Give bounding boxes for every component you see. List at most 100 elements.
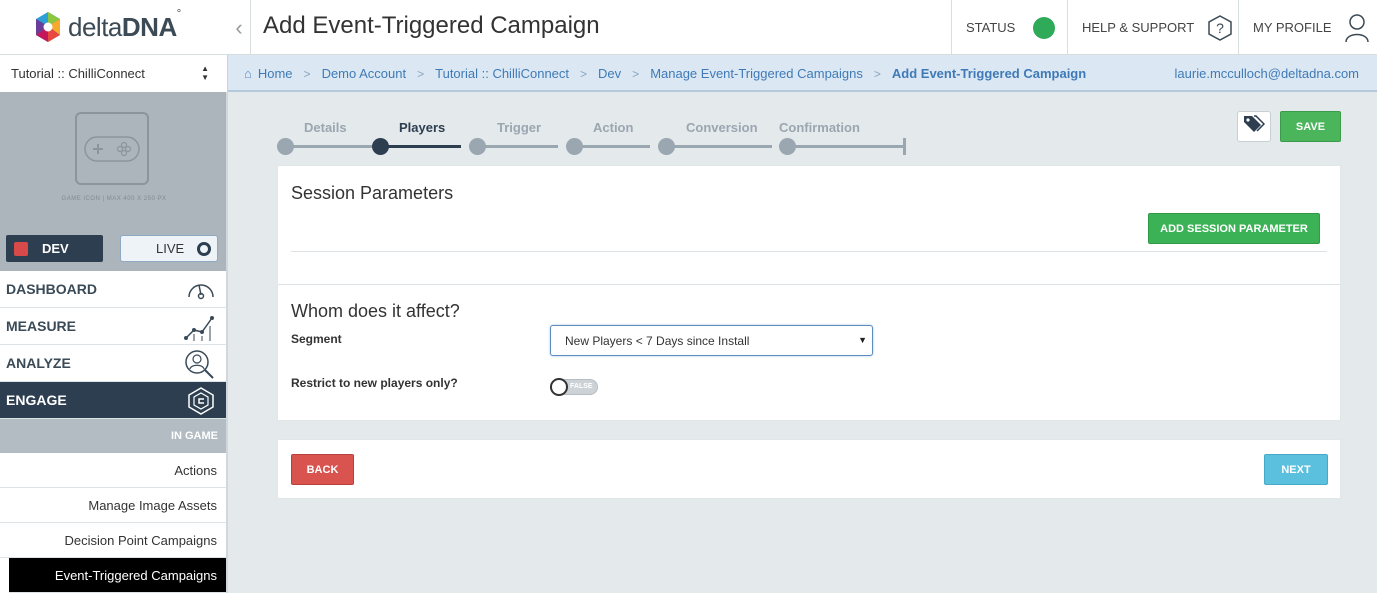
chevron-right-icon: > — [417, 66, 425, 81]
sidebar-edge — [226, 92, 228, 593]
step-connector — [788, 145, 903, 148]
step-connector-active — [381, 145, 461, 148]
step-dot-confirmation[interactable] — [779, 138, 796, 155]
tags-button[interactable] — [1237, 111, 1271, 142]
magnifier-user-icon — [184, 349, 216, 382]
game-icon-upload[interactable]: GAME ICON | MAX 400 X 250 PX — [0, 92, 228, 225]
sub-bar: Tutorial :: ChilliConnect ▲ ▼ ⌂ Home > De… — [0, 55, 1377, 92]
breadcrumb-home[interactable]: Home — [258, 66, 293, 81]
step-connector — [286, 145, 373, 148]
sidebar-item-manage-image-assets[interactable]: Manage Image Assets — [0, 488, 228, 523]
chevron-right-icon: > — [873, 66, 881, 81]
top-bar: deltaDNA° ‹ Add Event-Triggered Campaign… — [0, 0, 1377, 55]
env-dev-label: DEV — [42, 241, 69, 256]
status-dot-icon — [1033, 16, 1056, 39]
save-button[interactable]: SAVE — [1280, 111, 1341, 142]
line-chart-icon — [184, 312, 216, 345]
toggle-knob — [550, 378, 568, 396]
nav-analyze-label: ANALYZE — [6, 355, 71, 371]
step-dot-details[interactable] — [277, 138, 294, 155]
restrict-new-players-toggle[interactable]: FALSE — [550, 378, 598, 396]
status-indicator[interactable]: STATUS — [951, 0, 1067, 55]
step-details[interactable]: Details — [304, 120, 347, 135]
env-live-label: LIVE — [156, 241, 185, 256]
chevron-right-icon: > — [303, 66, 311, 81]
add-session-parameter-button[interactable]: ADD SESSION PARAMETER — [1148, 213, 1320, 244]
cube-icon — [14, 242, 28, 256]
breadcrumb-environment[interactable]: Dev — [598, 66, 621, 81]
back-button[interactable]: BACK — [291, 454, 354, 485]
home-icon: ⌂ — [244, 66, 252, 81]
step-dot-trigger[interactable] — [469, 138, 486, 155]
engage-hexagon-icon — [186, 386, 216, 419]
navigation-panel: BACK NEXT — [277, 439, 1341, 499]
restrict-label: Restrict to new players only? — [291, 376, 458, 390]
breadcrumb-account[interactable]: Demo Account — [322, 66, 407, 81]
whom-affect-title: Whom does it affect? — [291, 301, 460, 321]
session-parameters-title: Session Parameters — [291, 183, 454, 203]
step-end-marker — [903, 138, 906, 155]
step-connector — [575, 145, 650, 148]
divider — [278, 284, 1340, 285]
sidebar-item-decision-point-campaigns[interactable]: Decision Point Campaigns — [0, 523, 228, 558]
nav-engage-label: ENGAGE — [6, 392, 67, 408]
nav-dashboard[interactable]: DASHBOARD — [0, 271, 228, 308]
user-icon — [1344, 12, 1370, 44]
sidebar-item-event-triggered-campaigns[interactable]: Event-Triggered Campaigns — [9, 558, 228, 593]
help-icon: ? — [1206, 14, 1234, 42]
page-title: Add Event-Triggered Campaign — [263, 12, 600, 39]
step-dot-conversion[interactable] — [658, 138, 675, 155]
breadcrumb-game[interactable]: Tutorial :: ChilliConnect — [435, 66, 569, 81]
step-players[interactable]: Players — [399, 120, 445, 135]
next-button[interactable]: NEXT — [1264, 454, 1328, 485]
project-name: Tutorial :: ChilliConnect — [11, 66, 145, 81]
user-email[interactable]: laurie.mcculloch@deltadna.com — [1175, 66, 1359, 81]
help-support-link[interactable]: HELP & SUPPORT ? — [1067, 0, 1238, 55]
step-confirmation[interactable]: Confirmation — [779, 120, 860, 135]
breadcrumb-current: Add Event-Triggered Campaign — [891, 66, 1087, 81]
chevron-right-icon: > — [580, 66, 588, 81]
tags-icon — [1243, 115, 1266, 138]
chevron-left-icon: ‹ — [235, 14, 243, 40]
project-selector[interactable]: Tutorial :: ChilliConnect ▲ ▼ — [0, 55, 228, 92]
gauge-icon — [186, 275, 216, 306]
collapse-sidebar-button[interactable]: ‹ — [228, 0, 250, 55]
nav-engage[interactable]: ENGAGE — [0, 382, 228, 419]
deltadna-logo-icon — [36, 12, 60, 42]
logo[interactable]: deltaDNA° — [34, 7, 181, 44]
step-connector — [667, 145, 772, 148]
svg-text:?: ? — [1216, 20, 1224, 36]
segment-value: New Players < 7 Days since Install — [565, 333, 750, 348]
nav-analyze[interactable]: ANALYZE — [0, 345, 228, 382]
game-icon-caption: GAME ICON | MAX 400 X 250 PX — [61, 196, 167, 202]
my-profile-link[interactable]: MY PROFILE — [1238, 0, 1377, 55]
step-action[interactable]: Action — [593, 120, 633, 135]
ring-icon — [197, 242, 211, 256]
sidebar-item-actions[interactable]: Actions — [0, 453, 228, 488]
profile-label: MY PROFILE — [1253, 20, 1332, 35]
step-dot-action[interactable] — [566, 138, 583, 155]
segment-label: Segment — [291, 332, 342, 346]
nav-measure-label: MEASURE — [6, 318, 77, 334]
toggle-state: FALSE — [570, 383, 593, 390]
chevron-right-icon: > — [632, 66, 640, 81]
logo-text: deltaDNA° — [68, 7, 181, 42]
wizard-steps: Details Players Trigger Action Conversio… — [277, 116, 917, 158]
breadcrumb: ⌂ Home > Demo Account > Tutorial :: Chil… — [244, 55, 1086, 92]
status-label: STATUS — [966, 20, 1016, 35]
environment-switcher: DEV LIVE — [0, 225, 228, 271]
up-down-arrows-icon: ▲ ▼ — [201, 64, 209, 82]
step-dot-players[interactable] — [372, 138, 389, 155]
step-trigger[interactable]: Trigger — [497, 120, 541, 135]
segment-select[interactable]: New Players < 7 Days since Install ▼ — [550, 325, 873, 356]
breadcrumb-manage-campaigns[interactable]: Manage Event-Triggered Campaigns — [650, 66, 863, 81]
step-connector — [478, 145, 558, 148]
sidebar: GAME ICON | MAX 400 X 250 PX DEV LIVE DA… — [0, 92, 228, 593]
caret-down-icon: ▼ — [858, 335, 867, 345]
step-conversion[interactable]: Conversion — [686, 120, 758, 135]
session-panel: Session Parameters ADD SESSION PARAMETER… — [277, 165, 1341, 421]
env-dev-button[interactable]: DEV — [6, 235, 103, 262]
env-live-button[interactable]: LIVE — [120, 235, 218, 262]
section-in-game: IN GAME — [0, 419, 228, 453]
nav-measure[interactable]: MEASURE — [0, 308, 228, 345]
